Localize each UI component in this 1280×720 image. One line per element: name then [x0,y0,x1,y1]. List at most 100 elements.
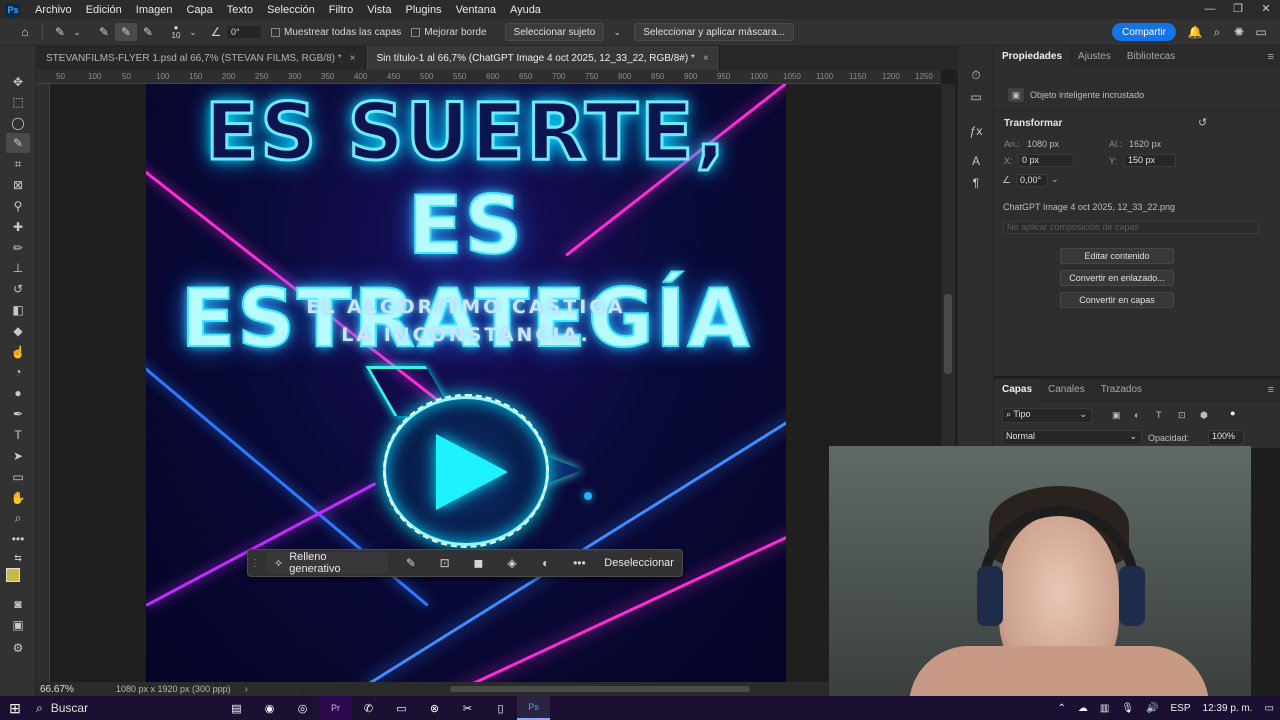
fill-selection-icon[interactable]: ◈ [495,552,529,574]
more-options-icon[interactable]: ••• [563,552,597,574]
quick-selection-tool-icon[interactable]: ✎ [49,23,71,41]
menu-archivo[interactable]: Archivo [28,4,79,16]
lightbulb-icon[interactable]: ✺ [1228,23,1250,41]
chevron-down-icon[interactable]: ⌄ [71,23,83,41]
enhance-edge-checkbox[interactable]: Mejorar borde [411,27,487,38]
clock[interactable]: 12:39 p. m. [1203,703,1253,714]
width-value[interactable]: 1080 px [1027,139,1059,149]
document-canvas[interactable]: ES SUERTE, ES ESTRATEGÍA EL ALGORITMO CA… [146,84,786,682]
screen-mode-icon[interactable]: ▣ [6,615,30,635]
premiere-icon[interactable]: Pr [319,696,352,720]
menu-ayuda[interactable]: Ayuda [503,4,548,16]
tab-canales[interactable]: Canales [1040,379,1093,401]
panel-menu-icon[interactable]: ≡ [1268,51,1274,63]
tab-propiedades[interactable]: Propiedades [994,45,1071,68]
workspace-icon[interactable]: ▭ [1250,23,1272,41]
scrollbar-thumb[interactable] [450,686,750,692]
blend-mode-select[interactable]: Normal ⌄ [1002,430,1142,445]
deselect-button[interactable]: Deseleccionar [596,552,682,574]
close-icon[interactable]: ✕ [1252,0,1280,19]
ruler-vertical[interactable] [36,84,50,682]
menu-filtro[interactable]: Filtro [322,4,360,16]
photoshop-taskbar-icon[interactable]: Ps [517,696,550,720]
reset-transform-icon[interactable]: ↺ [1198,116,1207,129]
more-tools-icon[interactable]: ••• [6,529,30,549]
history-panel-icon[interactable]: ⏱ [966,66,986,84]
convert-to-linked-button[interactable]: Convertir en enlazado... [1060,270,1174,286]
home-icon[interactable]: ⌂ [14,23,36,41]
type-tool-icon[interactable]: T [6,425,30,445]
crop-tool-icon[interactable]: ⌗ [6,154,30,174]
discord-icon[interactable]: ◉ [253,696,286,720]
transform-selection-icon[interactable]: ⊡ [428,552,462,574]
filter-smart-object-icon[interactable]: ⬢ [1200,410,1208,421]
search-icon[interactable]: ⌕ [1206,23,1228,41]
zoom-tool-icon[interactable]: ⌕ [6,508,30,528]
menu-plugins[interactable]: Plugins [398,4,448,16]
rotation-input[interactable]: 0,00° [1016,174,1048,187]
pen-tool-icon[interactable]: ✒ [6,404,30,424]
sponge-tool-icon[interactable]: ● [6,383,30,403]
new-selection-icon[interactable]: ✎ [93,23,115,41]
tab-sin-titulo-1[interactable]: Sin título-1 al 66,7% (ChatGPT Image 4 o… [366,46,720,70]
tab-trazados[interactable]: Trazados [1093,379,1150,401]
tray-chevron-icon[interactable]: ⌃ [1058,703,1066,714]
microphone-icon[interactable]: 🎙 [1121,703,1134,714]
status-chevron-icon[interactable]: › [245,684,248,695]
frame-tool-icon[interactable]: ⊠ [6,175,30,195]
comments-panel-icon[interactable]: ▭ [966,88,986,106]
clone-stamp-icon[interactable]: ⊥ [6,258,30,278]
notifications-icon[interactable]: ▭ [1265,703,1274,714]
smudge-tool-icon[interactable]: ☝ [6,342,30,362]
network-icon[interactable]: ▥ [1100,703,1109,714]
menu-ventana[interactable]: Ventana [449,4,503,16]
marquee-tool-icon[interactable]: ⬚ [6,92,30,112]
xbox-icon[interactable]: ⊗ [418,696,451,720]
add-to-selection-icon[interactable]: ✎ [115,23,137,41]
generative-fill-button[interactable]: ✧ Relleno generativo [266,551,389,575]
chevron-down-icon[interactable]: ⌄ [610,23,624,41]
x-input[interactable]: 0 px [1018,154,1074,167]
tab-bibliotecas[interactable]: Bibliotecas [1119,46,1183,68]
minimize-icon[interactable]: — [1196,0,1224,19]
zoom-level[interactable]: 66.67% [36,684,116,695]
select-and-mask-button[interactable]: Seleccionar y aplicar máscara... [634,23,794,41]
whatsapp-icon[interactable]: ✆ [352,696,385,720]
convert-to-layers-button[interactable]: Convertir en capas [1060,292,1174,308]
edit-contents-button[interactable]: Editar contenido [1060,248,1174,264]
close-tab-icon[interactable]: × [703,53,709,64]
language-indicator[interactable]: ESP [1171,703,1191,714]
move-tool-icon[interactable]: ✥ [6,72,30,92]
rectangle-tool-icon[interactable]: ▭ [6,467,30,487]
foreground-color-swatch[interactable] [6,568,20,582]
y-input[interactable]: 150 px [1124,154,1176,167]
brush-size-picker[interactable]: ● 10 [165,23,187,41]
hand-tool-icon[interactable]: ✋ [6,488,30,508]
tab-stevanfilms-flyer[interactable]: STEVANFILMS-FLYER 1.psd al 66,7% (STEVAN… [36,46,367,70]
brush-tool-icon[interactable]: ✏ [6,238,30,258]
task-view-icon[interactable]: ▤ [220,696,253,720]
eyedropper-tool-icon[interactable]: ⚲ [6,196,30,216]
glyphs-panel-icon[interactable]: ƒx [966,122,986,140]
healing-brush-icon[interactable]: ✚ [6,217,30,237]
scrollbar-thumb[interactable] [944,294,952,374]
capcut-icon[interactable]: ✂ [451,696,484,720]
height-value[interactable]: 1620 px [1129,139,1161,149]
path-selection-icon[interactable]: ➤ [6,446,30,466]
modify-selection-icon[interactable]: ✎ [394,552,428,574]
mask-icon[interactable]: ◼ [461,552,495,574]
tab-ajustes[interactable]: Ajustes [1070,46,1119,68]
close-tab-icon[interactable]: × [350,53,356,64]
chevron-down-icon[interactable]: ⌄ [1051,174,1059,185]
share-button[interactable]: Compartir [1112,23,1176,41]
paragraph-panel-icon[interactable]: ¶ [966,174,986,192]
ruler-horizontal[interactable]: 50 100 50 100 150 200 250 300 350 400 45… [36,70,941,84]
lasso-tool-icon[interactable]: ◯ [6,113,30,133]
filter-type-icon[interactable]: T [1156,410,1162,420]
panel-menu-icon[interactable]: ≡ [1268,384,1274,396]
filter-toggle-icon[interactable]: ● [1230,408,1235,418]
file-explorer-icon[interactable]: ▭ [385,696,418,720]
menu-seleccion[interactable]: Selección [260,4,322,16]
paint-bucket-icon[interactable]: ◆ [6,321,30,341]
volume-icon[interactable]: 🔊 [1146,703,1158,714]
